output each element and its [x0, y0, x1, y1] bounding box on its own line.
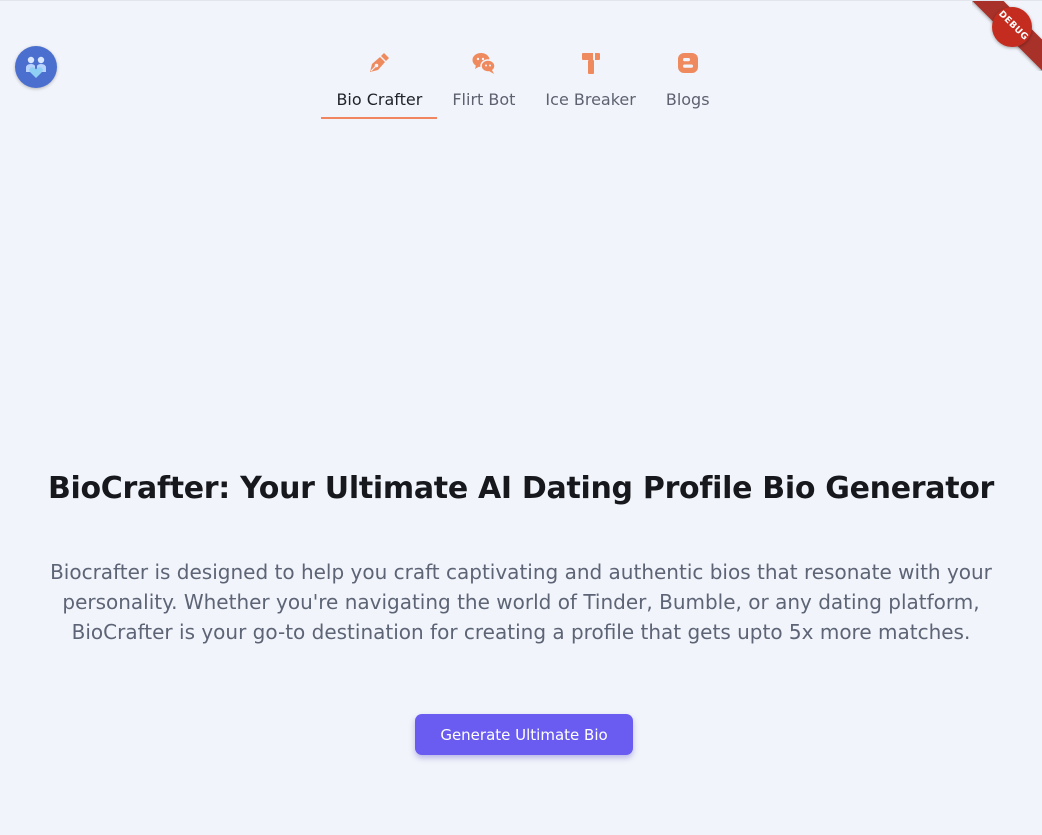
hero-description: Biocrafter is designed to help you craft…: [50, 560, 992, 644]
hammer-icon: [577, 49, 605, 77]
tab-blogs[interactable]: Blogs: [651, 49, 725, 119]
hero-title: BioCrafter: Your Ultimate AI Dating Prof…: [47, 471, 995, 506]
pen-nib-icon: [365, 49, 393, 77]
blogger-icon: [674, 49, 702, 77]
tab-label: Bio Crafter: [336, 90, 423, 109]
chat-bubbles-icon: [470, 49, 498, 77]
app-frame: DEBUG Bio Crafter Flirt Bot Ice Breaker …: [0, 0, 1042, 835]
main-nav: Bio Crafter Flirt Bot Ice Breaker Blogs: [0, 49, 1042, 119]
tab-ice-breaker[interactable]: Ice Breaker: [530, 49, 650, 119]
tab-label: Flirt Bot: [452, 90, 516, 109]
tab-bio-crafter[interactable]: Bio Crafter: [321, 49, 438, 119]
tab-label: Blogs: [665, 90, 710, 109]
tab-flirt-bot[interactable]: Flirt Bot: [437, 49, 530, 119]
tab-label: Ice Breaker: [545, 90, 636, 109]
generate-bio-button[interactable]: Generate Ultimate Bio: [415, 714, 633, 755]
